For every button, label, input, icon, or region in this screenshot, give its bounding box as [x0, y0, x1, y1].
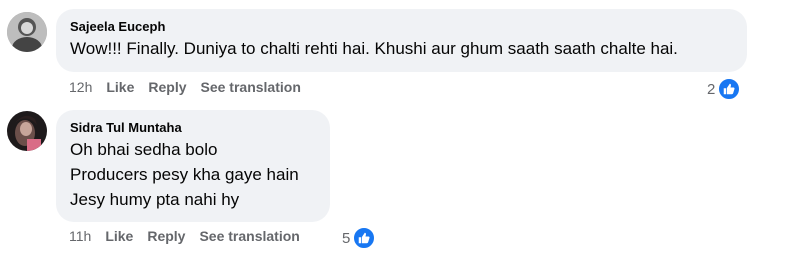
thumbs-up-icon	[352, 226, 377, 250]
comment-bubble: Sidra Tul Muntaha Oh bhai sedha bolo Pro…	[56, 110, 330, 222]
reply-button[interactable]: Reply	[147, 228, 185, 244]
comment-timestamp[interactable]: 12h	[69, 79, 92, 95]
reply-button[interactable]: Reply	[148, 79, 186, 95]
see-translation-link[interactable]: See translation	[199, 228, 299, 244]
avatar-photo	[7, 12, 47, 52]
thumbs-up-icon	[717, 77, 742, 101]
comment-author[interactable]: Sajeela Euceph	[70, 19, 733, 34]
see-translation-link[interactable]: See translation	[201, 79, 301, 95]
reaction-summary[interactable]: 5	[342, 226, 377, 250]
comment-actions: 11h Like Reply See translation	[69, 228, 300, 244]
avatar-photo	[7, 111, 47, 151]
avatar[interactable]	[7, 111, 47, 151]
like-button[interactable]: Like	[105, 228, 133, 244]
comment-actions: 12h Like Reply See translation	[69, 79, 301, 95]
reaction-summary[interactable]: 2	[707, 77, 742, 101]
avatar[interactable]	[7, 12, 47, 52]
like-button[interactable]: Like	[106, 79, 134, 95]
comment-text-line: Jesy humy pta nahi hy	[70, 190, 240, 209]
comment-timestamp[interactable]: 11h	[69, 228, 91, 244]
reaction-count: 5	[342, 229, 351, 247]
reaction-count: 2	[707, 80, 716, 98]
comment-text: Wow!!! Finally. Duniya to chalti rehti h…	[70, 39, 678, 58]
comment-author[interactable]: Sidra Tul Muntaha	[70, 120, 316, 135]
comment-bubble: Sajeela Euceph Wow!!! Finally. Duniya to…	[56, 9, 747, 72]
comment-text-line: Oh bhai sedha bolo	[70, 140, 218, 159]
comment-text-line: Producers pesy kha gaye hain	[70, 165, 299, 184]
